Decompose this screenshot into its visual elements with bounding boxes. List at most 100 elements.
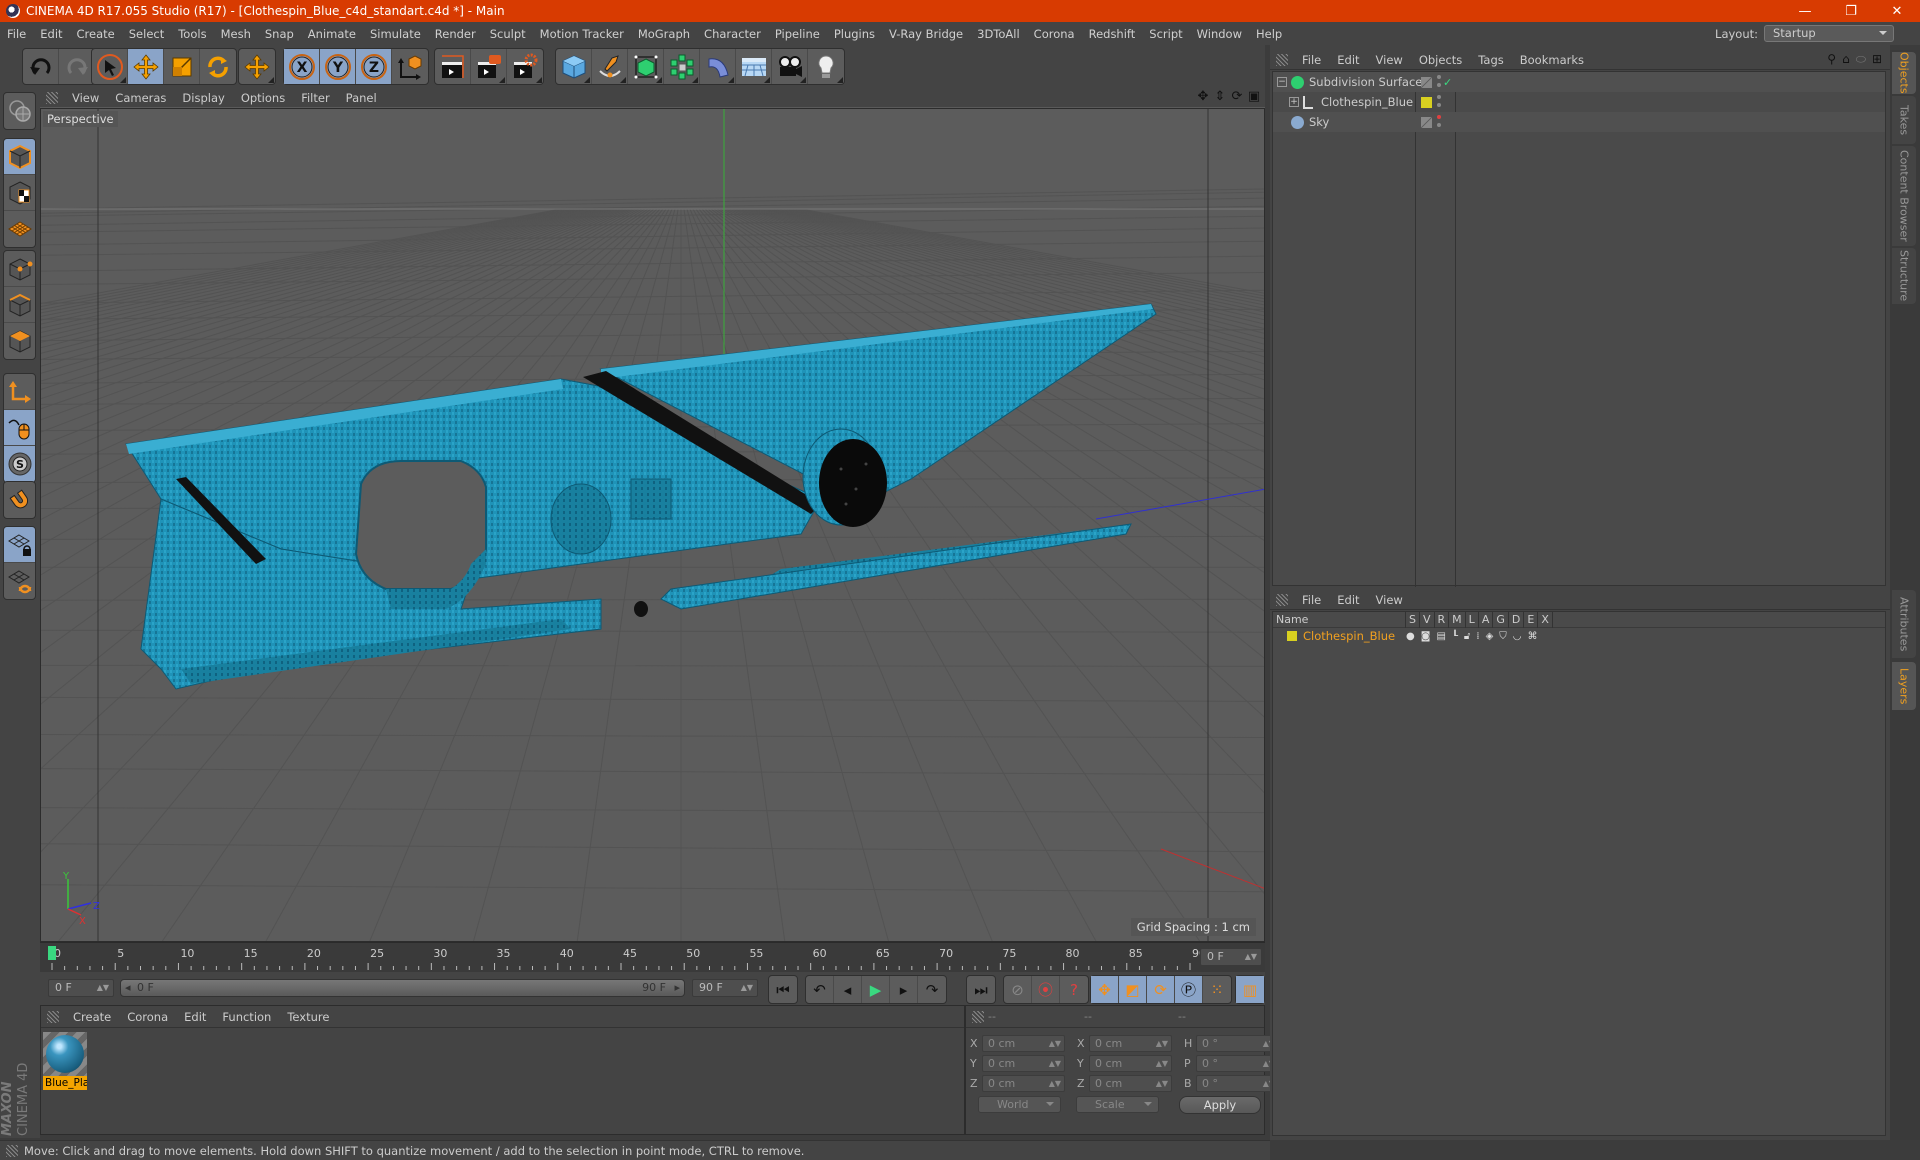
expand-toggle-icon[interactable]: − (1277, 77, 1287, 87)
size-field[interactable]: 0 cm ▲▼ (1089, 1054, 1172, 1072)
menu-edit[interactable]: Edit (33, 27, 69, 41)
material-menu-corona[interactable]: Corona (119, 1010, 176, 1024)
key-rotation-button[interactable]: ⟳ (1147, 976, 1175, 1003)
bend-deformer-button[interactable] (700, 49, 736, 84)
menu-plugins[interactable]: Plugins (827, 27, 882, 41)
render-view-button[interactable] (435, 49, 471, 84)
tab-takes[interactable]: Takes (1892, 96, 1916, 144)
layer-column-d[interactable]: D (1509, 611, 1525, 628)
next-frame-button[interactable]: ▸ (890, 976, 918, 1003)
menu-3dtoall[interactable]: 3DToAll (970, 27, 1027, 41)
planar-workplane-button[interactable] (4, 563, 35, 599)
render-visibility-dot[interactable] (1437, 83, 1441, 87)
spinner-icon[interactable]: ▲▼ (1156, 1036, 1168, 1051)
apply-button[interactable]: Apply (1179, 1096, 1261, 1114)
editor-visibility-dot[interactable] (1437, 115, 1441, 119)
key-position-button[interactable]: ✥ (1091, 976, 1119, 1003)
workplane-mode-button[interactable] (4, 211, 35, 247)
eye-icon[interactable]: ◙ (1421, 631, 1431, 642)
viewport-menu-display[interactable]: Display (174, 91, 232, 105)
expand-toggle-icon[interactable]: + (1289, 97, 1299, 107)
size-field[interactable]: 0 cm ▲▼ (1089, 1074, 1172, 1092)
menu-sculpt[interactable]: Sculpt (483, 27, 533, 41)
menu-file[interactable]: File (0, 27, 33, 41)
viewport-menu-view[interactable]: View (64, 91, 107, 105)
open-timeline-button[interactable]: ▥ (1236, 976, 1264, 1003)
editor-visibility-dot[interactable] (1437, 95, 1441, 99)
object-menu-objects[interactable]: Objects (1411, 53, 1470, 67)
coordinate-mode-dropdown[interactable]: Scale (1076, 1096, 1159, 1113)
animation-icon[interactable]: ⁞ (1476, 631, 1479, 642)
3d-viewport[interactable]: Y Z X Perspective Grid Spacing : 1 cm (40, 108, 1265, 942)
make-editable-button[interactable] (4, 93, 35, 129)
generator-icon[interactable]: ◈ (1486, 631, 1494, 642)
expand-toggle-icon[interactable] (1277, 117, 1287, 127)
toggle-layout-icon[interactable]: ▣ (1247, 90, 1261, 104)
polygons-mode-button[interactable] (4, 323, 35, 359)
layer-column-v[interactable]: V (1420, 611, 1435, 628)
spinner-icon[interactable]: ▲▼ (1156, 1076, 1168, 1091)
object-row[interactable]: Sky (1273, 112, 1885, 132)
move-button[interactable] (128, 49, 164, 84)
subdivision-surface-button[interactable] (628, 49, 664, 84)
start-frame-field[interactable]: 0 F ▲▼ (48, 979, 114, 997)
new-window-icon[interactable]: ⊞ (1872, 52, 1882, 67)
rotation-field[interactable]: 0 ° ▲▼ (1196, 1054, 1279, 1072)
solo-dot-icon[interactable]: ● (1406, 631, 1415, 642)
menu-redshift[interactable]: Redshift (1082, 27, 1143, 41)
zoom-view-icon[interactable]: ⇕ (1213, 90, 1227, 104)
range-right-arrow-icon[interactable]: ▸ (674, 980, 680, 996)
redo-button[interactable] (59, 49, 95, 84)
deformer-icon[interactable]: ⛉ (1499, 631, 1507, 642)
layer-name[interactable]: Clothespin_Blue (1303, 629, 1406, 643)
panel-grip-icon[interactable] (47, 1010, 59, 1023)
close-button[interactable]: ✕ (1874, 0, 1920, 22)
layer-column-s[interactable]: S (1406, 611, 1420, 628)
layer-column-r[interactable]: R (1435, 611, 1450, 628)
snap-button[interactable] (4, 482, 35, 518)
tweak-mode-button[interactable] (4, 410, 35, 446)
y-axis-button[interactable]: Y (320, 49, 356, 84)
material-menu-edit[interactable]: Edit (176, 1010, 214, 1024)
position-field[interactable]: 0 cm ▲▼ (982, 1074, 1065, 1092)
model-mode-button[interactable] (4, 139, 35, 175)
object-name[interactable]: Clothespin_Blue (1321, 95, 1413, 109)
menu-create[interactable]: Create (70, 27, 122, 41)
previous-key-button[interactable]: ↶ (806, 976, 834, 1003)
spinner-icon[interactable]: ▲▼ (1049, 1036, 1061, 1051)
enabled-check-icon[interactable]: ✓ (1443, 76, 1452, 89)
frame-range-slider[interactable]: ◂ 0 F 90 F ▸ (120, 979, 685, 997)
layer-menu-file[interactable]: File (1294, 593, 1329, 607)
menu-select[interactable]: Select (122, 27, 171, 41)
render-visibility-dot[interactable] (1437, 123, 1441, 127)
layer-color-icon[interactable] (1287, 631, 1297, 641)
light-button[interactable] (808, 49, 844, 84)
material-menu-create[interactable]: Create (65, 1010, 119, 1024)
motion-record-button[interactable]: ⊘ (1004, 976, 1032, 1003)
object-row[interactable]: + Clothespin_Blue (1273, 92, 1885, 112)
panel-grip-icon[interactable] (46, 91, 58, 104)
material-menu-function[interactable]: Function (214, 1010, 279, 1024)
current-frame-field[interactable]: 0 F ▲▼ (1200, 948, 1262, 966)
menu-character[interactable]: Character (697, 27, 768, 41)
menu-help[interactable]: Help (1249, 27, 1289, 41)
layer-menu-view[interactable]: View (1368, 593, 1411, 607)
recent-tool-move-button[interactable] (239, 49, 275, 84)
viewport-menu-options[interactable]: Options (233, 91, 293, 105)
tab-structure[interactable]: Structure (1892, 248, 1916, 304)
object-menu-tags[interactable]: Tags (1470, 53, 1511, 67)
range-left-arrow-icon[interactable]: ◂ (125, 980, 131, 996)
scale-button[interactable] (164, 49, 200, 84)
layer-column-e[interactable]: E (1524, 611, 1539, 628)
record-active-objects-button[interactable]: ⦿ (1032, 976, 1060, 1003)
restore-button[interactable]: ❐ (1828, 0, 1874, 22)
menu-render[interactable]: Render (428, 27, 483, 41)
object-row[interactable]: − Subdivision Surface ✓ (1273, 72, 1885, 92)
go-to-end-button[interactable]: ⏭ (967, 976, 995, 1003)
spinner-icon[interactable]: ▲▼ (1049, 1056, 1061, 1071)
lock-icon[interactable]: 🔓︎ (1464, 631, 1470, 642)
render-to-picture-viewer-button[interactable] (471, 49, 507, 84)
previous-frame-button[interactable]: ◂ (834, 976, 862, 1003)
autokeying-button[interactable]: ? (1060, 976, 1088, 1003)
rotate-view-icon[interactable]: ⟳ (1230, 90, 1244, 104)
